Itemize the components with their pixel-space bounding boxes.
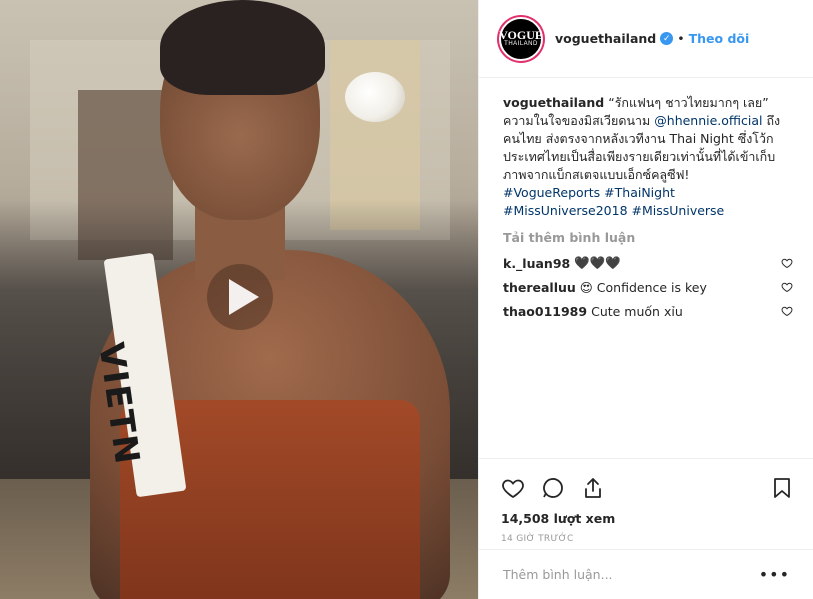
share-icon[interactable] [581, 476, 605, 500]
like-comment-heart-icon[interactable] [781, 281, 793, 293]
add-comment-input[interactable]: Thêm bình luận... [503, 567, 759, 582]
caption-hashtags-1[interactable]: #VogueReports #ThaiNight [503, 184, 793, 202]
like-comment-heart-icon[interactable] [781, 305, 793, 317]
follow-button[interactable]: Theo dõi [689, 31, 750, 46]
post-side-panel: VOGUE THAILAND voguethailand ✓ • Theo dõ… [478, 0, 813, 599]
play-button[interactable] [207, 264, 273, 330]
verified-badge-icon: ✓ [660, 32, 674, 45]
comment-item: thao011989 Cute muốn xỉu [479, 299, 813, 323]
like-heart-icon[interactable] [501, 476, 525, 500]
comment-username[interactable]: k._luan98 [503, 256, 570, 271]
caption-hashtags-2[interactable]: #MissUniverse2018 #MissUniverse [503, 202, 793, 220]
comment-text: 😍 Confidence is key [579, 279, 707, 295]
caption-mention-link[interactable]: @hhennie.official [654, 113, 762, 128]
action-icon-row [501, 467, 794, 509]
comment-list: k._luan98 🖤🖤🖤 therealluu 😍 Confidence is… [479, 245, 813, 323]
avatar-logo-text: VOGUE [499, 28, 543, 42]
flower-arrangement [345, 72, 405, 122]
view-count[interactable]: 14,508 lượt xem [501, 511, 794, 526]
video-player[interactable]: VIETN [0, 0, 478, 599]
comment-item: therealluu 😍 Confidence is key [479, 275, 813, 299]
avatar-logo-subtext: THAILAND [504, 41, 538, 47]
more-options-icon[interactable]: ••• [759, 565, 790, 584]
add-comment-bar: Thêm bình luận... ••• [479, 549, 813, 599]
comment-bubble-icon[interactable] [541, 476, 565, 500]
comment-username[interactable]: therealluu [503, 280, 576, 295]
load-more-comments-button[interactable]: Tải thêm bình luận [479, 220, 813, 245]
caption-username[interactable]: voguethailand [503, 95, 604, 110]
play-icon [229, 279, 259, 315]
comment-item: k._luan98 🖤🖤🖤 [479, 251, 813, 275]
like-comment-heart-icon[interactable] [781, 257, 793, 269]
avatar[interactable]: VOGUE THAILAND [499, 16, 543, 61]
header-username[interactable]: voguethailand [555, 31, 656, 46]
person-hair [160, 0, 325, 95]
comment-text: 🖤🖤🖤 [574, 255, 621, 270]
post-header: VOGUE THAILAND voguethailand ✓ • Theo dõ… [479, 0, 813, 78]
post-caption: voguethailand “รักแฟนๆ ชาวไทยมากๆ เลย” ค… [479, 78, 813, 220]
separator-dot: • [677, 31, 685, 46]
post-timestamp[interactable]: 14 GIỜ TRƯỚC [501, 534, 794, 544]
comment-username[interactable]: thao011989 [503, 304, 587, 319]
post-actions: 14,508 lượt xem 14 GIỜ TRƯỚC [479, 458, 813, 544]
comment-text: Cute muốn xỉu [591, 303, 683, 319]
bookmark-icon[interactable] [770, 476, 794, 500]
